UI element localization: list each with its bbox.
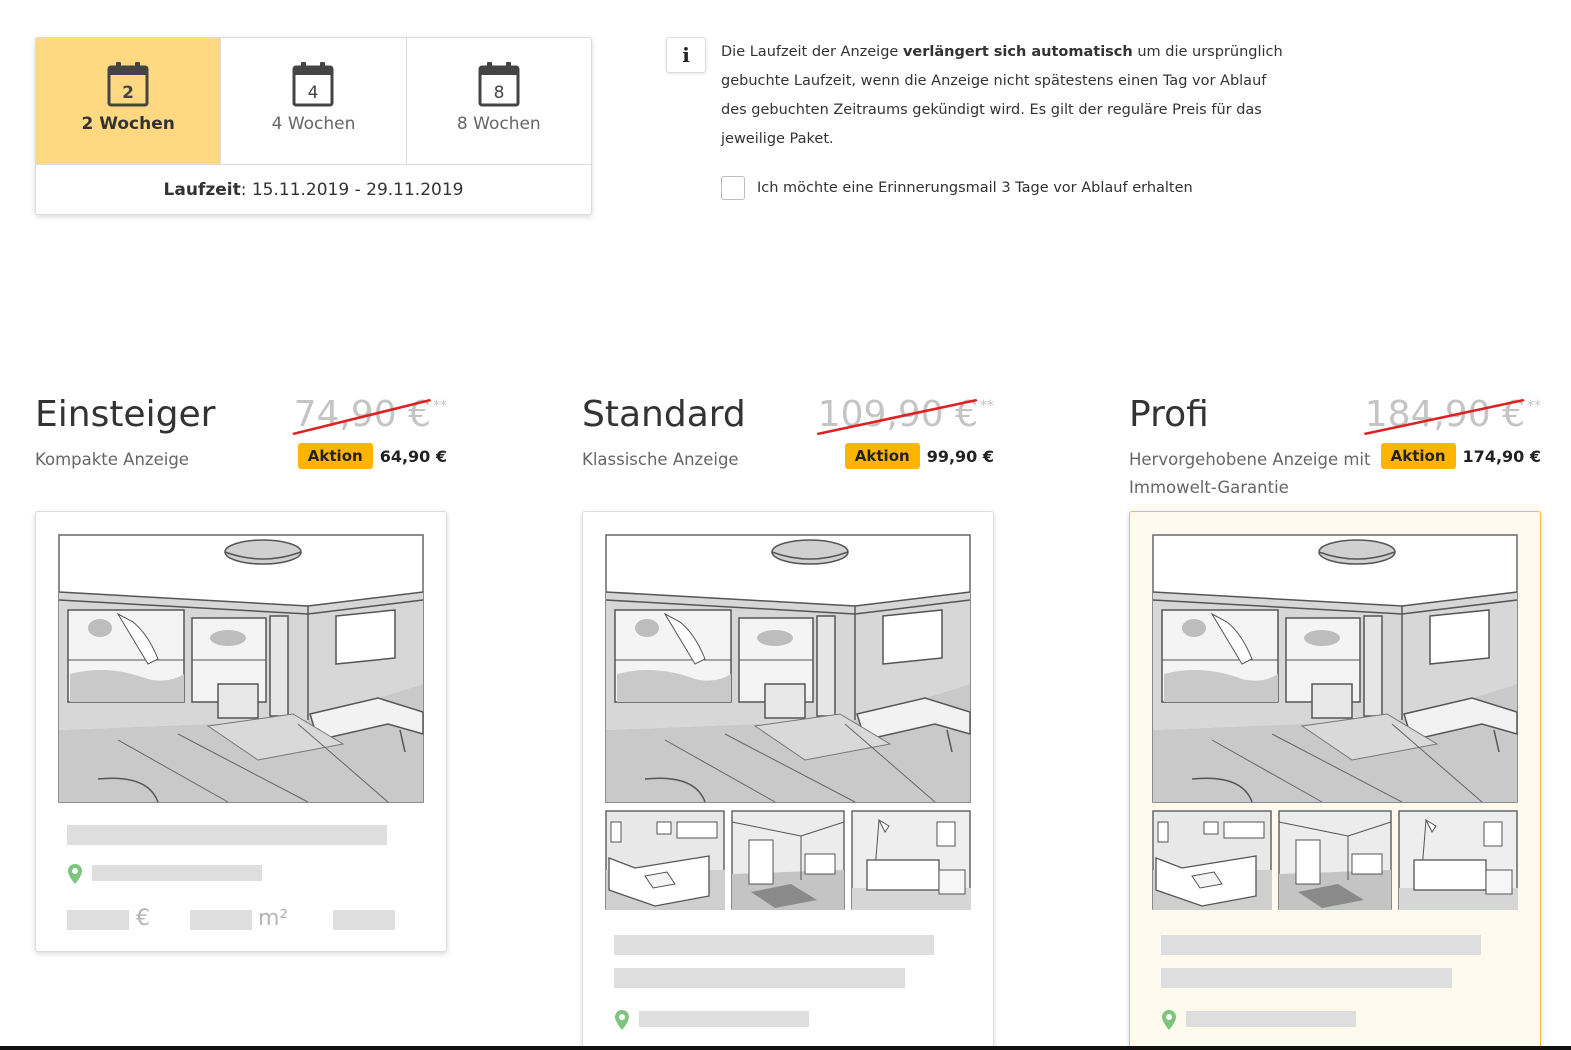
info-icon: i [666, 37, 706, 73]
location-placeholder [1186, 1011, 1356, 1027]
room-thumbnail [851, 810, 971, 910]
price-line: Aktion 64,90 € [297, 443, 447, 469]
thumbnail-row [1152, 810, 1518, 910]
location-pin-icon [1161, 1009, 1177, 1031]
calendar-icon: 2 [107, 62, 149, 107]
aktion-badge: Aktion [844, 443, 920, 469]
duration-selector: 2 2 Wochen 4 4 Wochen 8 8 Wochen Laufzei… [35, 37, 592, 215]
page-bottom-border [0, 1046, 1571, 1050]
location-pin-icon [614, 1009, 630, 1031]
currency-unit: € [136, 906, 150, 931]
title-placeholder [1161, 935, 1481, 955]
runtime-display: Laufzeit: 15.11.2019 - 29.11.2019 [36, 165, 591, 215]
location-pin-icon [67, 863, 83, 885]
title-placeholder [1161, 968, 1452, 988]
room-photo [605, 534, 971, 803]
duration-label: 2 Wochen [81, 114, 175, 134]
room-photo [58, 534, 424, 803]
area-placeholder [190, 910, 252, 930]
price-placeholder [67, 910, 129, 930]
duration-tab-2-weeks[interactable]: 2 2 Wochen [36, 38, 222, 164]
calendar-number: 4 [308, 83, 319, 103]
duration-label: 8 Wochen [456, 114, 541, 134]
listing-preview-card[interactable] [582, 511, 994, 1050]
location-placeholder [639, 1011, 809, 1027]
info-text-part: Die Laufzeit der Anzeige [721, 44, 903, 60]
old-price: 74,90 € ** [291, 394, 447, 436]
new-price: 99,90 € [926, 446, 994, 466]
old-price: 184,90 € ** [1363, 394, 1541, 436]
new-price: 64,90 € [379, 446, 447, 466]
title-placeholder [614, 968, 905, 988]
room-thumbnail [1152, 810, 1272, 910]
old-price-note: ** [433, 398, 447, 414]
title-placeholder [67, 825, 387, 845]
title-placeholder [614, 935, 934, 955]
duration-label: 4 Wochen [271, 114, 356, 134]
room-thumbnail [1398, 810, 1518, 910]
calendar-number: 2 [122, 83, 134, 103]
room-thumbnail [1278, 810, 1392, 910]
runtime-value: : 15.11.2019 - 29.11.2019 [240, 180, 464, 200]
package-title: Standard [582, 394, 746, 435]
old-price-value: 184,90 € [1364, 394, 1525, 435]
room-photo [1152, 534, 1518, 803]
old-price-value: 109,90 € [817, 394, 978, 435]
duration-tabs: 2 2 Wochen 4 4 Wochen 8 8 Wochen [36, 38, 591, 165]
old-price-value: 74,90 € [293, 394, 431, 435]
location-placeholder [92, 865, 262, 881]
package-title: Einsteiger [35, 394, 216, 435]
info-text-bold: verlängert sich automatisch [902, 44, 1133, 60]
runtime-label: Laufzeit [163, 180, 241, 200]
calendar-number: 8 [493, 83, 504, 103]
package-subtitle: Klassische Anzeige [582, 450, 739, 469]
old-price: 109,90 € ** [816, 394, 994, 436]
duration-tab-8-weeks[interactable]: 8 8 Wochen [407, 38, 591, 164]
old-price-note: ** [980, 398, 994, 414]
price-line: Aktion 99,90 € [844, 443, 994, 469]
room-thumbnail [605, 810, 725, 910]
aktion-badge: Aktion [1380, 443, 1456, 469]
package-subtitle: Kompakte Anzeige [35, 450, 189, 469]
duration-tab-4-weeks[interactable]: 4 4 Wochen [221, 38, 407, 164]
info-text: Die Laufzeit der Anzeige verlängert sich… [721, 38, 1291, 154]
package-title: Profi [1129, 394, 1209, 435]
area-unit: m² [258, 906, 289, 931]
calendar-icon: 8 [478, 62, 520, 107]
reminder-checkbox[interactable] [721, 176, 745, 200]
thumbnail-row [605, 810, 971, 910]
calendar-icon: 4 [292, 62, 334, 107]
listing-preview-card[interactable] [1129, 511, 1541, 1050]
room-thumbnail [731, 810, 845, 910]
new-price: 174,90 € [1462, 446, 1541, 466]
price-line: Aktion 174,90 € [1380, 443, 1541, 469]
package-subtitle: Hervorgehobene Anzeige mit Immowelt-Gara… [1129, 450, 1371, 497]
rooms-placeholder [333, 910, 395, 930]
aktion-badge: Aktion [297, 443, 373, 469]
reminder-option: Ich möchte eine Erinnerungsmail 3 Tage v… [721, 176, 1193, 200]
old-price-note: ** [1527, 398, 1541, 414]
reminder-label[interactable]: Ich möchte eine Erinnerungsmail 3 Tage v… [757, 180, 1193, 196]
listing-preview-card[interactable]: € m² [35, 511, 447, 952]
